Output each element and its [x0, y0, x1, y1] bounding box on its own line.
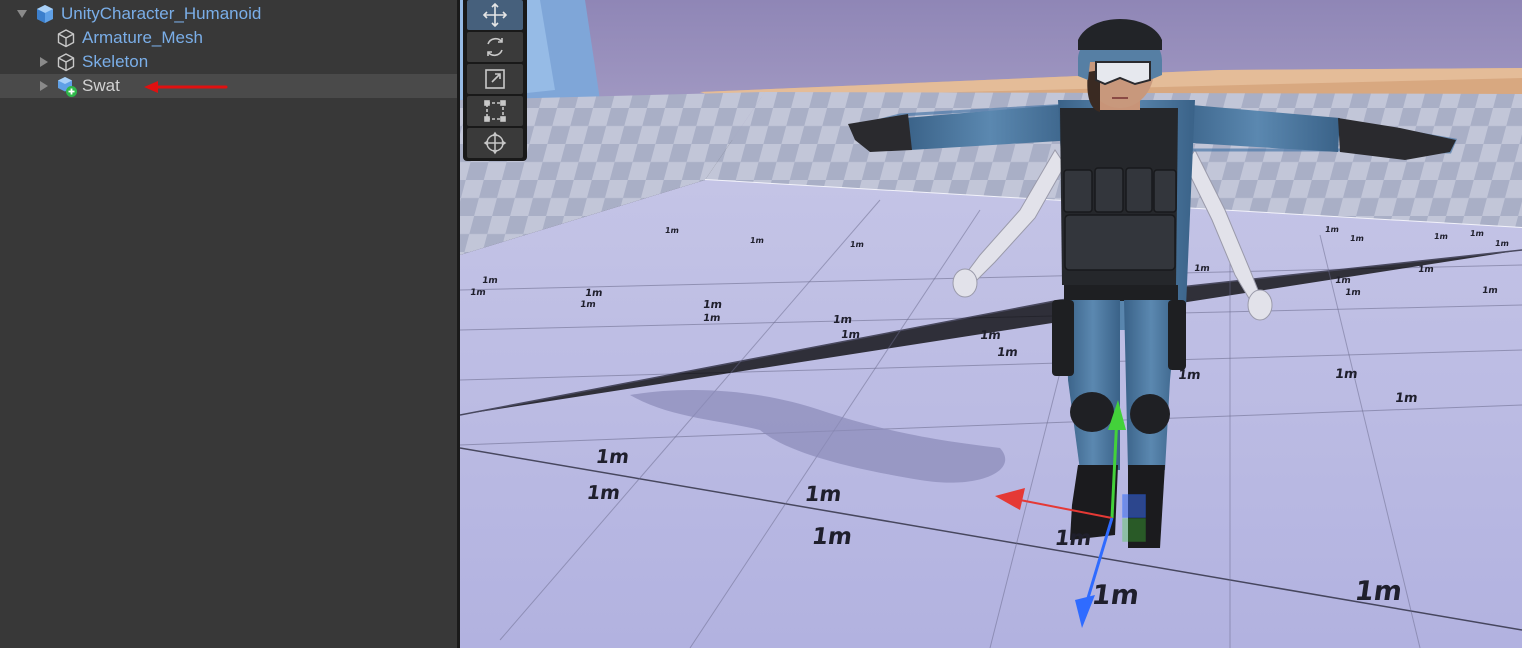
hierarchy-item-label: UnityCharacter_Humanoid — [61, 4, 262, 23]
rect-transform-icon — [483, 99, 507, 123]
move-tool-button[interactable] — [467, 0, 523, 30]
grid-label: 1m — [469, 288, 487, 298]
prefab-cube-icon — [56, 52, 76, 72]
grid-label: 1m — [1494, 239, 1510, 248]
grid-label: 1m — [594, 446, 631, 468]
grid-label: 1m — [702, 313, 722, 324]
grid-label: 1m — [1417, 265, 1435, 275]
scene-viewport — [460, 0, 1522, 648]
grid-label: 1m — [664, 226, 680, 235]
grid-label: 1m — [1089, 580, 1142, 611]
scale-tool-button[interactable] — [467, 64, 523, 94]
grid-label: 1m — [584, 288, 604, 299]
transform-tool-button[interactable] — [467, 128, 523, 158]
grid-label: 1m — [1334, 276, 1352, 286]
grid-label: 1m — [979, 328, 1002, 342]
grid-label: 1m — [1053, 526, 1094, 550]
grid-label: 1m — [849, 240, 865, 249]
hierarchy-item-unitycharacter-humanoid[interactable]: UnityCharacter_Humanoid — [0, 2, 457, 26]
hierarchy-panel: UnityCharacter_Humanoid Armature_Mesh Sk… — [0, 0, 457, 648]
foldout-collapsed-icon[interactable] — [38, 56, 50, 68]
hierarchy-item-label: Swat — [82, 76, 120, 95]
foldout-expanded-icon[interactable] — [16, 8, 28, 20]
grid-label: 1m — [1333, 367, 1359, 382]
grid-label: 1m — [702, 298, 724, 311]
rect-tool-button[interactable] — [467, 96, 523, 126]
rotate-icon — [483, 35, 507, 59]
prefab-cube-icon — [56, 28, 76, 48]
grid-label: 1m — [1344, 288, 1362, 298]
grid-label: 1m — [1433, 232, 1449, 241]
grid-label: 1m — [481, 276, 499, 286]
grid-label: 1m — [803, 482, 844, 506]
hierarchy-item-label: Armature_Mesh — [82, 28, 203, 47]
grid-label: 1m — [810, 524, 854, 550]
grid-label: 1m — [585, 482, 622, 504]
grid-label: 1m — [1324, 225, 1340, 234]
grid-label: 1m — [1481, 286, 1499, 296]
prefab-added-icon — [56, 76, 77, 97]
annotation-arrow-icon — [144, 81, 228, 93]
grid-label: 1m — [832, 313, 854, 326]
hierarchy-item-label: Skeleton — [82, 52, 149, 71]
grid-label: 1m — [579, 300, 597, 310]
rotate-tool-button[interactable] — [467, 32, 523, 62]
grid-label: 1m — [1193, 264, 1211, 274]
grid-label: 1m — [749, 236, 765, 245]
grid-label: 1m — [1393, 391, 1419, 406]
grid-label: 1m — [1176, 368, 1202, 383]
foldout-collapsed-icon[interactable] — [38, 80, 50, 92]
hierarchy-item-armature-mesh[interactable]: Armature_Mesh — [0, 26, 457, 50]
grid-label: 1m — [1352, 576, 1405, 607]
hierarchy-item-swat[interactable]: Swat — [0, 74, 457, 98]
scene-view[interactable]: 1m 1m 1m 1m 1m 1m 1m 1m 1m 1m 1m 1m 1m 1… — [460, 0, 1522, 648]
prefab-icon — [35, 4, 55, 24]
grid-label: 1m — [1349, 234, 1365, 243]
grid-label: 1m — [996, 345, 1019, 359]
grid-label: 1m — [1469, 229, 1485, 238]
hierarchy-item-skeleton[interactable]: Skeleton — [0, 50, 457, 74]
transform-icon — [483, 131, 507, 155]
move-icon — [482, 2, 508, 28]
scene-tools-overlay — [463, 0, 527, 161]
scale-icon — [483, 67, 507, 91]
grid-label: 1m — [840, 328, 862, 341]
